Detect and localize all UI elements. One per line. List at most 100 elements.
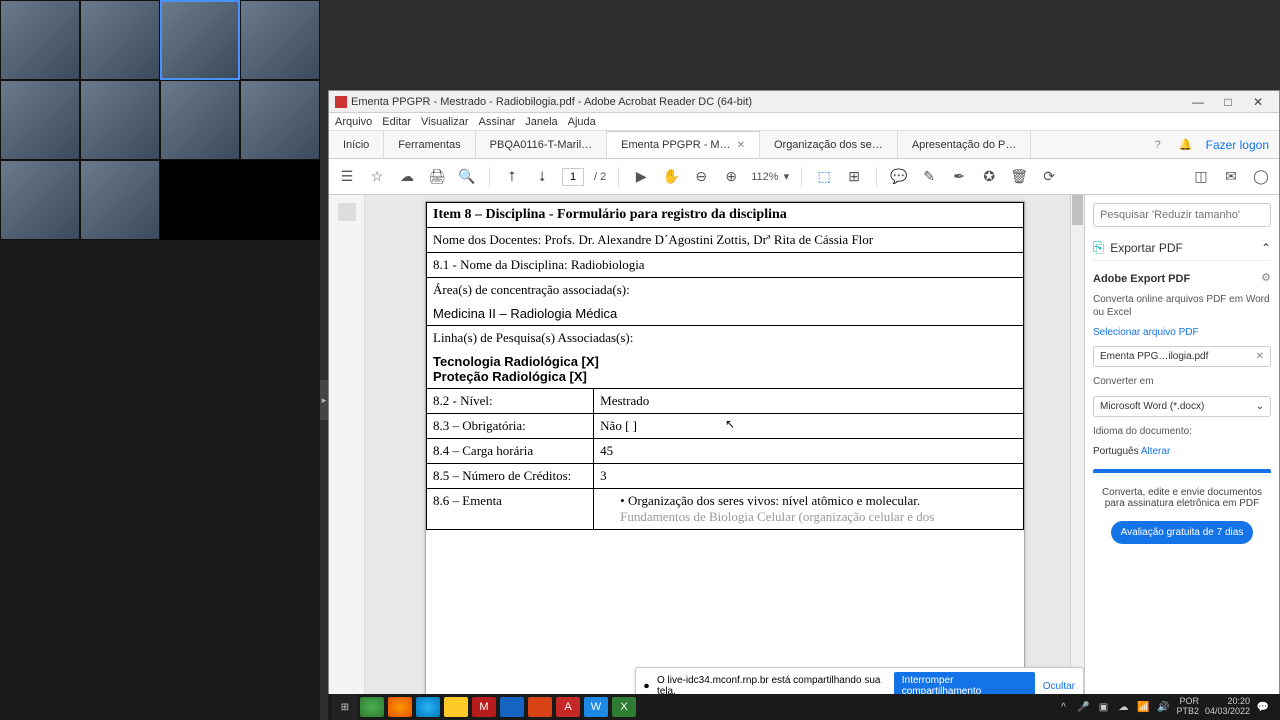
language-indicator[interactable]: POR PTB2 <box>1176 697 1199 717</box>
search-icon[interactable]: 🔍 <box>457 167 477 187</box>
acrobat-taskbar-icon[interactable]: A <box>556 697 580 717</box>
change-language-link[interactable]: Alterar <box>1141 446 1170 457</box>
hide-share-button[interactable]: Ocultar <box>1043 681 1075 692</box>
menu-janela[interactable]: Janela <box>525 116 557 128</box>
vertical-scrollbar[interactable]: ▲ ▼ <box>1070 195 1084 719</box>
doc-areas-cell: Área(s) de concentração associada(s): Me… <box>427 278 1024 326</box>
search-input[interactable] <box>1093 203 1271 227</box>
expand-panel-tab[interactable]: ▸ <box>320 380 328 420</box>
help-icon[interactable]: ? <box>1150 137 1166 153</box>
content-area: Item 8 – Disciplina - Formulário para re… <box>329 195 1279 719</box>
delete-icon[interactable]: 🗑 <box>1009 167 1029 187</box>
participant-tile[interactable] <box>160 80 240 160</box>
chrome-icon[interactable] <box>360 697 384 717</box>
participant-tile[interactable] <box>0 160 80 240</box>
doc-nome-disc: 8.1 - Nome da Disciplina: Radiobiologia <box>427 253 1024 278</box>
powerpoint-icon[interactable] <box>528 697 552 717</box>
tab-doc-2-active[interactable]: Ementa PPGPR - M…✕ <box>607 131 760 158</box>
row-obrig-label: 8.3 – Obrigatória: <box>427 414 594 439</box>
star-icon[interactable]: ☆ <box>367 167 387 187</box>
hand-icon[interactable]: ✋ <box>661 167 681 187</box>
convert-to-label: Converter em <box>1093 375 1271 388</box>
menu-arquivo[interactable]: Arquivo <box>335 116 372 128</box>
login-link[interactable]: Fazer logon <box>1206 138 1269 152</box>
clock[interactable]: 20:20 04/03/2022 <box>1205 697 1250 717</box>
mail-icon[interactable]: ✉ <box>1221 167 1241 187</box>
zoom-out-icon[interactable]: ⊖ <box>691 167 711 187</box>
pdf-icon <box>335 96 347 108</box>
tray-volume-icon[interactable]: 🔊 <box>1156 700 1170 714</box>
page-number-input[interactable] <box>562 168 584 186</box>
trial-button[interactable]: Avaliação gratuita de 7 dias <box>1111 521 1254 544</box>
pointer-icon[interactable]: ▶ <box>631 167 651 187</box>
zoom-in-icon[interactable]: ⊕ <box>721 167 741 187</box>
notifications-icon[interactable]: 💬 <box>1256 700 1270 714</box>
participant-tile-active[interactable] <box>160 0 240 80</box>
menu-assinar[interactable]: Assinar <box>479 116 516 128</box>
account-icon[interactable]: ◯ <box>1251 167 1271 187</box>
remove-file-icon[interactable]: ✕ <box>1256 351 1264 362</box>
export-title: Exportar PDF <box>1110 241 1255 255</box>
tab-tools[interactable]: Ferramentas <box>384 131 475 158</box>
participant-tile[interactable] <box>80 0 160 80</box>
thumbnails-icon[interactable] <box>338 203 356 221</box>
excel-icon[interactable]: X <box>612 697 636 717</box>
tab-doc-1[interactable]: PBQA0116-T-Maril… <box>476 131 608 158</box>
tab-home[interactable]: Início <box>329 131 384 158</box>
sidebar-toggle-icon[interactable]: ☰ <box>337 167 357 187</box>
comment-icon[interactable]: 💬 <box>889 167 909 187</box>
firefox-icon[interactable] <box>388 697 412 717</box>
fit-page-icon[interactable]: ⊞ <box>844 167 864 187</box>
minimize-button[interactable]: — <box>1183 93 1213 111</box>
tab-doc-4[interactable]: Apresentação do P… <box>898 131 1032 158</box>
start-button[interactable]: ⊞ <box>332 694 358 720</box>
menu-editar[interactable]: Editar <box>382 116 411 128</box>
highlight-icon[interactable]: ✎ <box>919 167 939 187</box>
edge-icon[interactable] <box>416 697 440 717</box>
settings-icon[interactable]: ⚙ <box>1261 271 1271 284</box>
doc-linhas-label: Linha(s) de Pesquisa(s) Associadas(s): <box>433 330 1017 346</box>
format-select[interactable]: Microsoft Word (*.docx) ⌄ <box>1093 396 1271 417</box>
tab-doc-3[interactable]: Organização dos se… <box>760 131 898 158</box>
fit-width-icon[interactable]: ⬚ <box>814 167 834 187</box>
zoom-level[interactable]: 112% ▾ <box>751 170 789 183</box>
rotate-icon[interactable]: ⟳ <box>1039 167 1059 187</box>
mendeley-icon[interactable]: M <box>472 697 496 717</box>
row-obrig-value: Não [ ] <box>594 414 1024 439</box>
participant-tile[interactable] <box>80 80 160 160</box>
stamp-icon[interactable]: ✪ <box>979 167 999 187</box>
select-file-link[interactable]: Selecionar arquivo PDF <box>1093 327 1271 338</box>
close-icon[interactable]: ✕ <box>737 140 745 151</box>
cloud-upload-icon[interactable]: ☁ <box>397 167 417 187</box>
participant-tile[interactable] <box>80 160 160 240</box>
menu-ajuda[interactable]: Ajuda <box>568 116 596 128</box>
shield-icon[interactable] <box>500 697 524 717</box>
menu-visualizar[interactable]: Visualizar <box>421 116 469 128</box>
scroll-thumb[interactable] <box>1072 195 1083 225</box>
close-button[interactable]: ✕ <box>1243 93 1273 111</box>
erase-icon[interactable]: ◫ <box>1191 167 1211 187</box>
word-icon[interactable]: W <box>584 697 608 717</box>
export-pdf-section[interactable]: ⎘ Exportar PDF ⌃ <box>1093 235 1271 261</box>
bell-icon[interactable]: 🔔 <box>1178 137 1194 153</box>
participant-tile[interactable] <box>240 0 320 80</box>
tray-onedrive-icon[interactable]: ☁ <box>1116 700 1130 714</box>
row-carga-value: 45 <box>594 439 1024 464</box>
page-up-icon[interactable]: ⭡ <box>502 167 522 187</box>
convert-button-top[interactable] <box>1093 469 1271 473</box>
tray-battery-icon[interactable]: ▣ <box>1096 700 1110 714</box>
maximize-button[interactable]: □ <box>1213 93 1243 111</box>
page-down-icon[interactable]: ⭣ <box>532 167 552 187</box>
sign-icon[interactable]: ✒ <box>949 167 969 187</box>
tray-mic-icon[interactable]: 🎤 <box>1076 700 1090 714</box>
tray-network-icon[interactable]: 📶 <box>1136 700 1150 714</box>
participant-tile[interactable] <box>240 80 320 160</box>
tray-chevron-icon[interactable]: ^ <box>1056 700 1070 714</box>
explorer-icon[interactable] <box>444 697 468 717</box>
print-icon[interactable]: 🖨 <box>427 167 447 187</box>
convert-description: Converta online arquivos PDF em Word ou … <box>1093 293 1271 319</box>
participant-tile[interactable] <box>0 80 80 160</box>
document-pane[interactable]: Item 8 – Disciplina - Formulário para re… <box>365 195 1084 719</box>
participant-tile[interactable] <box>0 0 80 80</box>
tab-label: Organização dos se… <box>774 139 883 151</box>
